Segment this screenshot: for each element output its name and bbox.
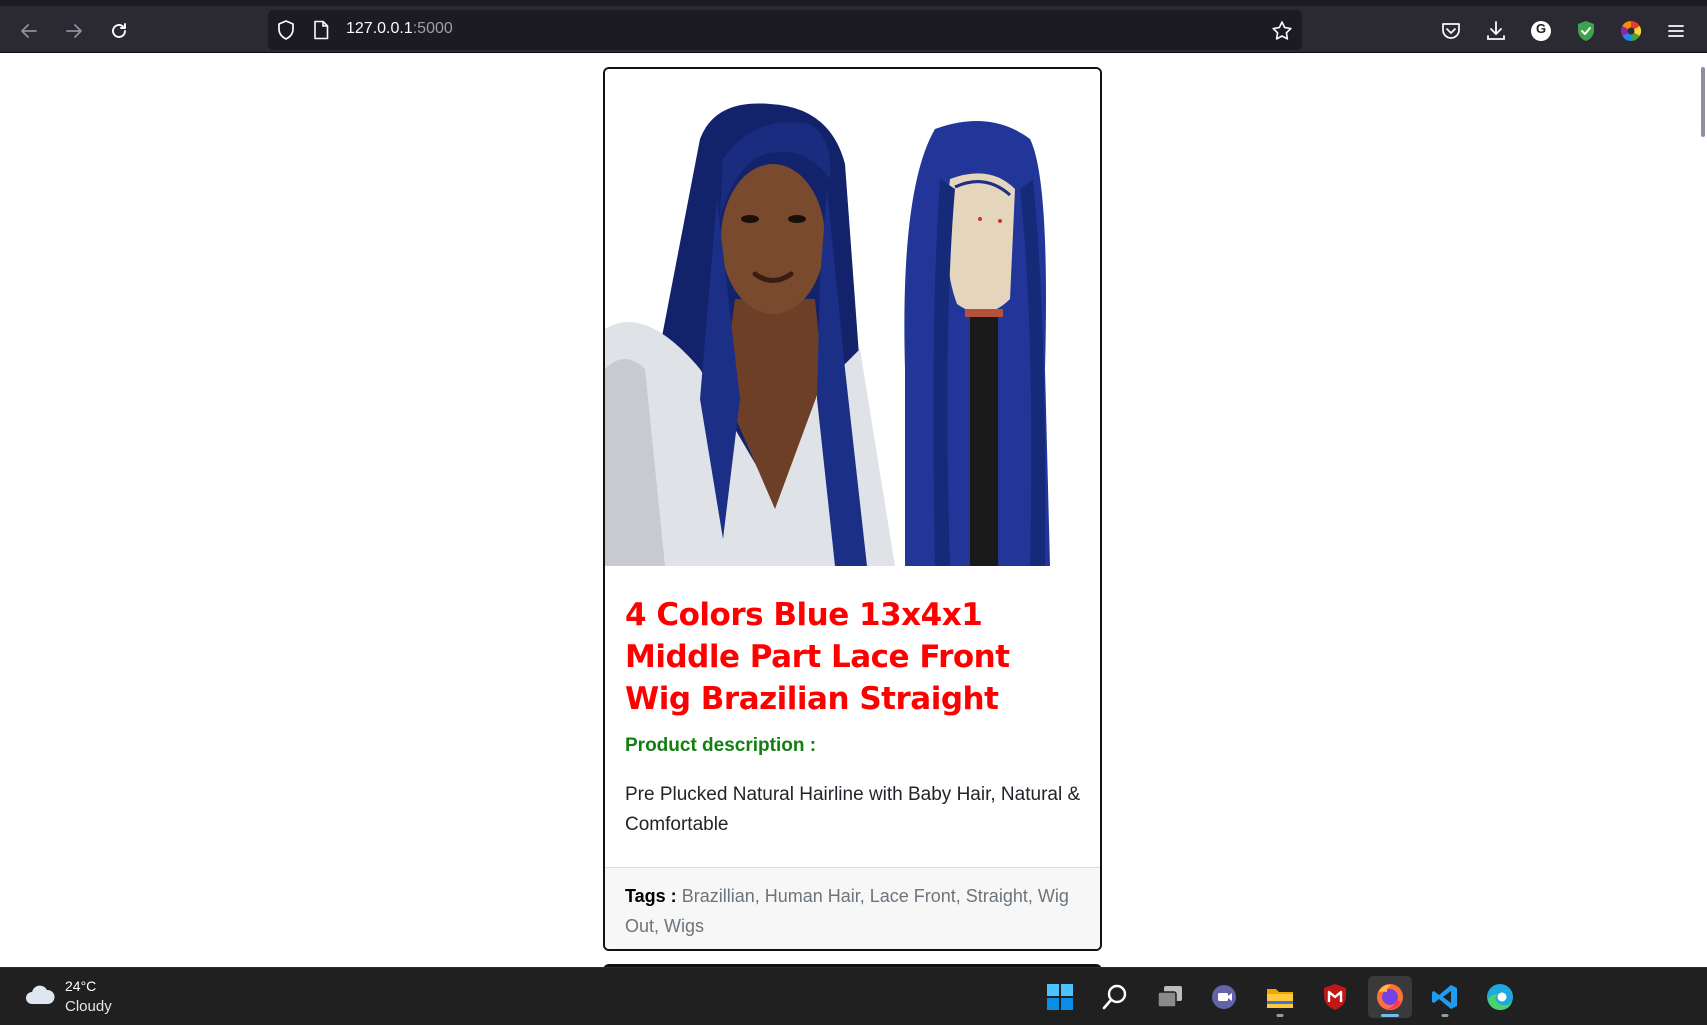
downloads-icon[interactable] bbox=[1483, 18, 1509, 44]
folder-icon bbox=[1267, 989, 1293, 1008]
tags-label: Tags : bbox=[625, 886, 677, 906]
reload-icon bbox=[112, 23, 126, 38]
teams-chat-button[interactable] bbox=[1203, 976, 1247, 1018]
task-view-icon bbox=[1157, 986, 1182, 1008]
forward-button[interactable] bbox=[57, 14, 91, 48]
cloud-icon[interactable] bbox=[24, 984, 56, 1010]
arrow-left-icon bbox=[21, 24, 37, 38]
product-card: 4 Colors Blue 13x4x1 Middle Part Lace Fr… bbox=[603, 67, 1102, 951]
task-view-button[interactable] bbox=[1148, 976, 1192, 1018]
reload-button[interactable] bbox=[102, 14, 136, 48]
page-icon[interactable] bbox=[312, 20, 330, 44]
windows-start-button[interactable] bbox=[1038, 976, 1082, 1018]
running-indicator bbox=[1381, 1014, 1399, 1017]
product-image bbox=[605, 69, 1100, 566]
description-text: Pre Plucked Natural Hairline with Baby H… bbox=[625, 784, 1081, 835]
color-picker-extension-icon[interactable] bbox=[1618, 18, 1644, 44]
taskbar: 24°C Cloudy bbox=[0, 967, 1707, 1025]
edge-button[interactable] bbox=[1478, 976, 1522, 1018]
product-title: 4 Colors Blue 13x4x1 Middle Part Lace Fr… bbox=[625, 597, 1010, 717]
arrow-right-icon bbox=[66, 24, 82, 38]
vscode-icon bbox=[1432, 985, 1457, 1009]
file-explorer-button[interactable] bbox=[1258, 976, 1302, 1018]
taskbar-search-button[interactable] bbox=[1093, 976, 1137, 1018]
card-body: 4 Colors Blue 13x4x1 Middle Part Lace Fr… bbox=[625, 594, 1085, 840]
firefox-icon bbox=[1377, 984, 1403, 1010]
windows-logo-icon bbox=[1047, 984, 1073, 1010]
chat-video-icon bbox=[1212, 985, 1236, 1009]
card-footer: Tags : Brazillian, Human Hair, Lace Fron… bbox=[605, 867, 1100, 949]
back-button[interactable] bbox=[12, 14, 46, 48]
mcafee-shield-icon bbox=[1324, 984, 1346, 1010]
grammarly-extension-icon[interactable]: G bbox=[1528, 18, 1554, 44]
search-icon bbox=[1102, 984, 1127, 1010]
firefox-button[interactable] bbox=[1368, 976, 1412, 1018]
mcafee-button[interactable] bbox=[1313, 976, 1357, 1018]
tags-list: Brazillian, Human Hair, Lace Front, Stra… bbox=[625, 886, 1069, 936]
page-scrollbar[interactable] bbox=[1701, 67, 1705, 137]
running-indicator bbox=[1276, 1014, 1284, 1017]
running-indicator bbox=[1441, 1014, 1449, 1017]
shield-icon[interactable] bbox=[276, 19, 296, 45]
address-bar[interactable]: 127.0.0.1:5000 bbox=[268, 10, 1302, 50]
pocket-icon[interactable] bbox=[1438, 18, 1464, 44]
bookmark-star-icon[interactable] bbox=[1271, 20, 1293, 46]
menu-hamburger-icon[interactable] bbox=[1663, 18, 1689, 44]
edge-icon bbox=[1487, 984, 1513, 1010]
page-viewport[interactable]: 4 Colors Blue 13x4x1 Middle Part Lace Fr… bbox=[0, 53, 1707, 967]
weather-temperature[interactable]: 24°C bbox=[65, 978, 96, 994]
url-text[interactable]: 127.0.0.1:5000 bbox=[346, 20, 453, 38]
grammarly-letter: G bbox=[1535, 21, 1547, 36]
weather-condition[interactable]: Cloudy bbox=[65, 998, 112, 1015]
shield-extension-icon[interactable] bbox=[1573, 18, 1599, 44]
description-heading: Product description : bbox=[625, 735, 817, 756]
browser-toolbar: 127.0.0.1:5000 G bbox=[0, 0, 1707, 53]
vscode-button[interactable] bbox=[1423, 976, 1467, 1018]
